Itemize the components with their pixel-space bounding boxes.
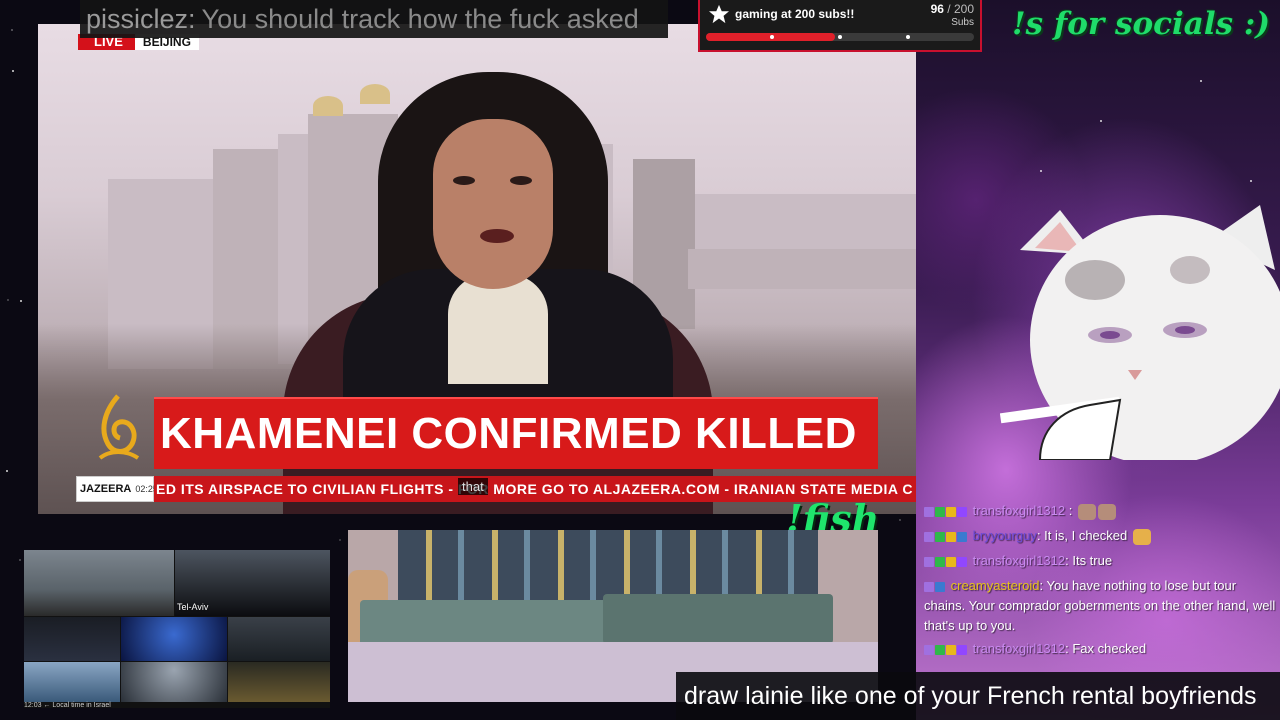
headline-banner: KHAMENEI CONFIRMED KILLED (154, 397, 878, 469)
emote-icon (1132, 528, 1151, 545)
highlighted-chat-message: pissiclez: You should track how the fuck… (80, 0, 668, 38)
webcam-feed (121, 662, 227, 702)
message-username: pissiclez (86, 3, 189, 34)
sub-goal-unit: Subs (951, 17, 974, 28)
cam-label-tel-aviv: Tel-Aviv (177, 602, 209, 612)
chat-username[interactable]: transfoxgirl1312 (973, 641, 1066, 656)
ticker-brand-name: JAZEERA (80, 483, 132, 495)
webcam-feed: Tel-Aviv (175, 550, 330, 616)
chat-message: bryyourguy: It is, I checked (924, 523, 1276, 548)
sub-goal-widget: gaming at 200 subs!! 96 / 200 Subs (698, 0, 982, 52)
webcam-feed (228, 662, 330, 702)
chat-username[interactable]: transfoxgirl1312 (973, 553, 1066, 568)
bottom-message-text: draw lainie like one of your French rent… (684, 681, 1257, 710)
sub-goal-title: gaming at 200 subs!! (735, 7, 855, 21)
message-text: You should track how the fuck asked (201, 3, 639, 34)
chat-message: transfoxgirl1312: Its true (924, 548, 1276, 573)
sub-goal-count: 96 / 200 (930, 2, 974, 16)
subtitle-caption: that (458, 478, 488, 495)
chat-message: transfoxgirl1312 : (924, 498, 1276, 523)
emote-icon (1077, 503, 1096, 520)
headline-text: KHAMENEI CONFIRMED KILLED (160, 409, 857, 458)
star-icon (709, 4, 729, 24)
bottom-message-banner: draw lainie like one of your French rent… (676, 672, 1280, 720)
chat-panel: transfoxgirl1312 : bryyourguy: It is, I … (924, 498, 1276, 661)
chat-message: transfoxgirl1312: Fax checked (924, 636, 1276, 661)
chat-username[interactable]: bryyourguy (973, 528, 1037, 543)
webcam-feed (228, 617, 330, 661)
webcam-grid: Tel-Aviv (24, 550, 330, 708)
ticker-text: ED ITS AIRSPACE TO CIVILIAN FLIGHTS - FO… (156, 481, 913, 497)
sub-goal-progress-bar (706, 33, 974, 41)
al-jazeera-logo-icon (98, 394, 140, 460)
chat-username[interactable]: transfoxgirl1312 (973, 503, 1066, 518)
emote-icon (1097, 503, 1116, 520)
smoking-cat-image (1000, 205, 1280, 460)
news-video-feed: LIVE BEIJING KHAMENEI CONFIRMED KILLED J… (38, 24, 916, 514)
webcam-feed (24, 662, 120, 702)
chat-username[interactable]: creamyasteroid (951, 578, 1040, 593)
chat-message: creamyasteroid: You have nothing to lose… (924, 578, 1276, 633)
webcam-feed (121, 617, 227, 661)
webcam-feed (24, 550, 174, 616)
socials-command-text: !s for socials :) (1012, 6, 1270, 42)
cams-local-time: 12:03 ← Local time in Israel (24, 702, 111, 709)
ticker-brand: JAZEERA 02:25 (76, 476, 158, 502)
webcam-feed (24, 617, 120, 661)
